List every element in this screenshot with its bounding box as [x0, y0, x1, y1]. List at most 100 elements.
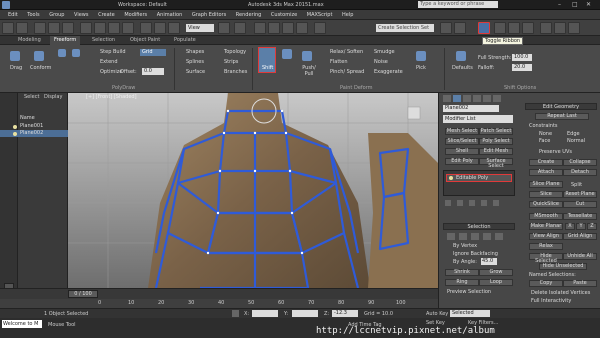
menu-customize[interactable]: Customize [267, 10, 301, 20]
patch-select-button[interactable]: Patch Select [479, 128, 513, 135]
make-unique-icon[interactable] [469, 200, 475, 206]
pinch-spread-button[interactable]: Pinch/ Spread [330, 69, 364, 75]
motion-tab-icon[interactable] [473, 95, 481, 102]
step-build-icon[interactable] [58, 49, 66, 57]
z-coord-field[interactable]: -12.3 [332, 310, 358, 317]
constraint-none-radio[interactable]: None [539, 131, 552, 137]
exaggerate-button[interactable]: Exaggerate [374, 69, 403, 75]
window-crossing-icon[interactable] [122, 22, 134, 34]
material-editor-icon[interactable] [522, 22, 534, 34]
split-checkbox[interactable]: Split [571, 182, 582, 188]
polygon-mode-icon[interactable] [483, 233, 491, 240]
cut-button[interactable]: Cut [563, 201, 597, 208]
extend-button[interactable]: Extend [100, 59, 118, 65]
surface-select-button[interactable]: Surface Select [479, 158, 513, 169]
curve-editor-icon[interactable] [494, 22, 506, 34]
grid-dropdown[interactable]: Grid [140, 49, 166, 56]
lock-selection-icon[interactable] [232, 310, 239, 317]
remove-modifier-icon[interactable] [481, 200, 487, 206]
render-setup-icon[interactable] [540, 22, 552, 34]
configure-sets-icon[interactable] [493, 200, 499, 206]
slice-button[interactable]: Slice [529, 191, 563, 198]
undo-icon[interactable] [2, 22, 14, 34]
hide-selected-button[interactable]: Hide Selected [529, 253, 563, 264]
rotate-icon[interactable] [154, 22, 166, 34]
shell-button[interactable]: Shell [445, 148, 479, 155]
tool-a-icon[interactable] [72, 49, 80, 57]
minimize-icon[interactable]: – [558, 1, 568, 9]
x-button[interactable]: X [565, 223, 575, 230]
mirror-icon[interactable] [440, 22, 452, 34]
tab-object-paint[interactable]: Object Paint [126, 36, 164, 45]
loop-button[interactable]: Loop [479, 279, 513, 286]
make-planar-button[interactable]: Make Planar [529, 223, 563, 230]
drag-button[interactable]: Drag [10, 65, 22, 71]
relax-soften-button[interactable]: Relax/ Soften [330, 49, 363, 55]
edit-geometry-header[interactable]: Edit Geometry [525, 103, 597, 110]
relax-button[interactable]: Relax [529, 243, 563, 250]
tab-freeform[interactable]: Freeform [50, 36, 81, 45]
conform-icon[interactable] [34, 51, 44, 61]
select-by-name-icon[interactable] [94, 22, 106, 34]
full-interactivity-checkbox[interactable]: Full Interactivity [531, 298, 571, 304]
poly-select-button[interactable]: Poly Select [479, 138, 513, 145]
constraint-normal-radio[interactable]: Normal [567, 138, 585, 144]
menu-views[interactable]: Views [70, 10, 92, 20]
by-angle-field[interactable]: 45.0 [481, 258, 497, 265]
render-production-icon[interactable] [568, 22, 580, 34]
object-name-field[interactable]: Plane002 [443, 105, 499, 112]
branches-button[interactable]: Branches [224, 69, 247, 75]
time-slider[interactable]: 0 / 100 [0, 288, 438, 299]
edit-poly-button[interactable]: Edit Poly [445, 158, 479, 165]
snap-icon[interactable] [254, 22, 266, 34]
topology-button[interactable]: Topology [224, 49, 246, 55]
spinner-snap-icon[interactable] [296, 22, 308, 34]
hide-unselected-button[interactable]: Hide Unselected [539, 263, 587, 270]
shift-rotate-icon[interactable] [282, 49, 292, 59]
hierarchy-tab-icon[interactable] [463, 95, 471, 102]
display-tab-icon[interactable] [483, 95, 491, 102]
flatten-button[interactable]: Flatten [330, 59, 348, 65]
viewport-label[interactable]: [+] [Front] [Shaded] [86, 94, 137, 100]
y-coord-field[interactable] [292, 310, 318, 317]
tab-populate[interactable]: Populate [170, 36, 200, 45]
push-pull-button[interactable]: Push/ Pull [298, 65, 320, 77]
falloff-field[interactable]: 20.0 [512, 64, 532, 71]
attach-button[interactable]: Attach [529, 169, 563, 176]
strips-button[interactable]: Strips [224, 59, 238, 65]
select-manipulate-icon[interactable] [234, 22, 246, 34]
move-icon[interactable] [140, 22, 152, 34]
pin-stack-icon[interactable] [445, 200, 451, 206]
mesh-select-button[interactable]: Mesh Select [445, 128, 479, 135]
defaults-button[interactable]: Defaults [452, 65, 473, 71]
reference-coord-dropdown[interactable]: View [186, 24, 214, 32]
tab-select[interactable]: Select [24, 94, 39, 100]
select-object-icon[interactable] [80, 22, 92, 34]
maxscript-listener[interactable]: Welcome to M [2, 320, 42, 328]
unhide-all-button[interactable]: Unhide All [563, 253, 597, 260]
redo-icon[interactable] [16, 22, 28, 34]
delete-isolated-checkbox[interactable]: Delete Isolated Vertices [531, 290, 590, 296]
menu-group[interactable]: Group [45, 10, 68, 20]
scale-icon[interactable] [168, 22, 180, 34]
step-build-button[interactable]: Step Build [100, 49, 126, 55]
stack-item[interactable]: Editable Poly [446, 174, 512, 182]
detach-button[interactable]: Detach [563, 169, 597, 176]
schematic-view-icon[interactable] [508, 22, 520, 34]
menu-help[interactable]: Help [338, 10, 357, 20]
tab-display[interactable]: Display [44, 94, 62, 100]
full-strength-field[interactable]: 100.0 [512, 54, 532, 61]
track-bar[interactable]: 0 10 20 30 40 50 60 70 80 90 100 [0, 299, 438, 308]
tab-selection[interactable]: Selection [88, 36, 119, 45]
name-column-header[interactable]: Name [20, 115, 35, 121]
object-visible-icon[interactable] [13, 132, 17, 136]
msmooth-button[interactable]: MSmooth [529, 213, 563, 220]
modifier-stack[interactable]: Editable Poly [443, 170, 515, 196]
smudge-button[interactable]: Smudge [374, 49, 395, 55]
app-logo-icon[interactable] [2, 1, 10, 9]
border-mode-icon[interactable] [471, 233, 479, 240]
menu-animation[interactable]: Animation [153, 10, 187, 20]
menu-create[interactable]: Create [94, 10, 119, 20]
list-item[interactable]: Plane002 [0, 130, 68, 137]
paste-button[interactable]: Paste [563, 280, 597, 287]
